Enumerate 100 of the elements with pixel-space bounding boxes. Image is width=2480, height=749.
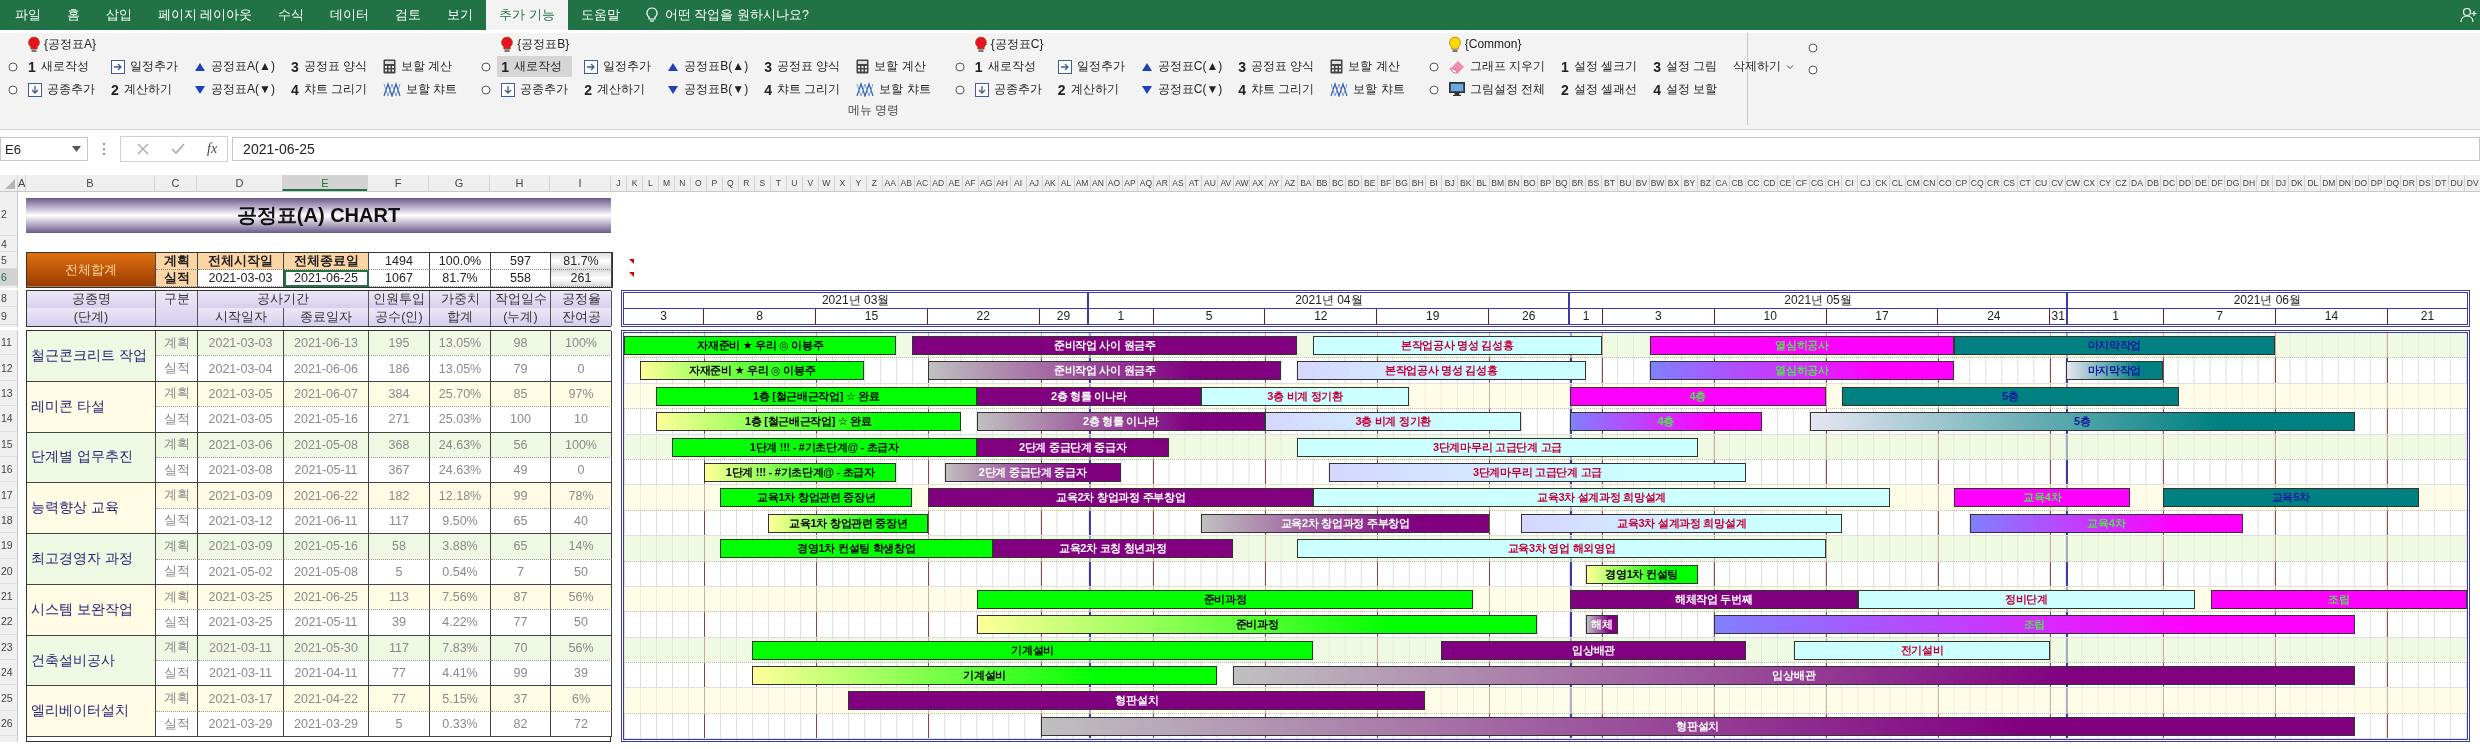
column-header[interactable]: X (833, 175, 850, 191)
column-header[interactable]: AE (945, 175, 962, 191)
column-header[interactable]: BC (1329, 175, 1346, 191)
column-header[interactable]: V (801, 175, 818, 191)
ribbon-button[interactable]: 2 계산하기 (580, 79, 656, 100)
column-header[interactable]: CE (1776, 175, 1793, 191)
table-cell[interactable]: 2021-06-25 (284, 270, 369, 287)
ribbon-button[interactable]: 2 설정 셀괘선 (1557, 79, 1642, 100)
ribbon-button[interactable]: 3 공정표 양식 (286, 56, 371, 77)
ribbon-button[interactable]: 공정표B(▲) (663, 56, 753, 77)
column-header[interactable]: T (769, 175, 786, 191)
column-header[interactable]: DI (2256, 175, 2273, 191)
column-header[interactable]: AT (1185, 175, 1202, 191)
column-header[interactable]: CT (2016, 175, 2033, 191)
column-header[interactable]: AR (1153, 175, 1170, 191)
column-header[interactable]: AW (1233, 175, 1250, 191)
ribbon-button[interactable]: 그래프 지우기 (1444, 56, 1550, 77)
column-header[interactable]: W (817, 175, 834, 191)
column-header[interactable]: AD (929, 175, 946, 191)
ribbon-button[interactable]: 보할 계산 (852, 56, 935, 77)
column-header[interactable]: BT (1601, 175, 1617, 191)
column-header[interactable]: P (705, 175, 722, 191)
column-header[interactable]: BE (1361, 175, 1378, 191)
column-header[interactable]: AF (961, 175, 978, 191)
column-header[interactable]: DC (2160, 175, 2177, 191)
ribbon-button[interactable]: 그림설정 전체 (1444, 79, 1550, 100)
column-header[interactable]: CA (1712, 175, 1729, 191)
ribbon-button[interactable]: 공종추가 (970, 79, 1046, 100)
column-header[interactable]: AN (1089, 175, 1106, 191)
column-header[interactable]: DU (2448, 175, 2465, 191)
column-header[interactable]: DP (2368, 175, 2385, 191)
column-header[interactable]: BM (1489, 175, 1506, 191)
column-header[interactable]: CY (2096, 175, 2113, 191)
column-header[interactable]: L (641, 175, 658, 191)
column-header[interactable]: DD (2176, 175, 2193, 191)
column-header[interactable]: AY (1265, 175, 1282, 191)
column-header[interactable]: CL (1888, 175, 1905, 191)
column-header[interactable]: BQ (1553, 175, 1570, 191)
column-header[interactable]: DQ (2384, 175, 2401, 191)
column-header[interactable]: DL (2304, 175, 2321, 191)
ribbon-button[interactable]: 보할 계산 (1326, 56, 1409, 77)
column-header[interactable]: CK (1872, 175, 1889, 191)
row-header[interactable]: 24 (0, 660, 17, 686)
column-header[interactable]: AQ (1137, 175, 1154, 191)
column-header[interactable]: CS (2000, 175, 2017, 191)
column-header[interactable]: G (428, 175, 489, 191)
column-header[interactable]: S (753, 175, 770, 191)
column-header[interactable]: E (282, 175, 367, 191)
column-header[interactable]: J (610, 175, 626, 191)
column-header[interactable]: AK (1041, 175, 1058, 191)
row-header[interactable]: 6 (0, 269, 17, 286)
column-header[interactable]: BI (1425, 175, 1442, 191)
ribbon-button[interactable]: 공정표A(▲) (190, 56, 279, 77)
column-header[interactable]: BX (1664, 175, 1681, 191)
column-header[interactable]: CV (2048, 175, 2065, 191)
column-header[interactable]: CQ (1968, 175, 1985, 191)
column-header[interactable]: AV (1217, 175, 1234, 191)
column-header[interactable]: CX (2080, 175, 2097, 191)
column-header[interactable]: BL (1473, 175, 1490, 191)
row-header[interactable]: 21 (0, 583, 17, 610)
ribbon-button[interactable]: 일정추가 (580, 56, 656, 77)
ribbon-button[interactable]: 공정표A(▼) (190, 79, 279, 100)
ribbon-button[interactable]: 보할 계산 (379, 56, 462, 77)
column-header[interactable]: BR (1569, 175, 1586, 191)
row-header[interactable]: 26 (0, 710, 17, 737)
ribbon-button[interactable]: 공정표C(▼) (1136, 79, 1227, 100)
column-header[interactable]: BW (1649, 175, 1665, 191)
column-header[interactable]: CB (1728, 175, 1745, 191)
column-header[interactable]: AJ (1025, 175, 1042, 191)
column-header[interactable]: N (673, 175, 690, 191)
ribbon-button[interactable]: 1 새로작성 (970, 56, 1046, 77)
ribbon-button[interactable]: 4 챠트 그리기 (1234, 79, 1319, 100)
row-header[interactable]: 16 (0, 456, 17, 483)
row-header[interactable]: 25 (0, 685, 17, 711)
column-header[interactable]: BU (1617, 175, 1633, 191)
tell-me-field[interactable]: 어떤 작업을 원하시나요? (644, 0, 809, 30)
column-header[interactable]: BD (1345, 175, 1362, 191)
column-header[interactable]: BS (1585, 175, 1602, 191)
column-header[interactable]: BH (1409, 175, 1426, 191)
row-header[interactable]: 14 (0, 406, 17, 432)
column-header[interactable]: AP (1121, 175, 1138, 191)
name-box[interactable]: E6 (0, 137, 88, 161)
ribbon-button[interactable]: 공종추가 (497, 79, 573, 100)
column-header[interactable]: DT (2432, 175, 2449, 191)
column-header[interactable]: BJ (1441, 175, 1458, 191)
column-header[interactable]: BG (1393, 175, 1410, 191)
row-header[interactable]: 11 (0, 330, 17, 356)
column-header[interactable]: Z (865, 175, 882, 191)
column-header[interactable]: AO (1105, 175, 1122, 191)
ribbon-tab[interactable]: 수식 (265, 0, 318, 30)
column-header[interactable]: AG (977, 175, 994, 191)
row-header[interactable]: 9 (0, 307, 17, 325)
column-header[interactable]: CR (1984, 175, 2001, 191)
ribbon-button[interactable]: 2 계산하기 (1053, 79, 1129, 100)
column-header[interactable]: DM (2320, 175, 2337, 191)
column-header[interactable]: CW (2064, 175, 2081, 191)
column-header[interactable]: BN (1505, 175, 1522, 191)
column-header[interactable]: DR (2400, 175, 2417, 191)
ribbon-button[interactable]: 4 설정 보할 (1649, 79, 1722, 100)
column-header[interactable]: AU (1201, 175, 1218, 191)
